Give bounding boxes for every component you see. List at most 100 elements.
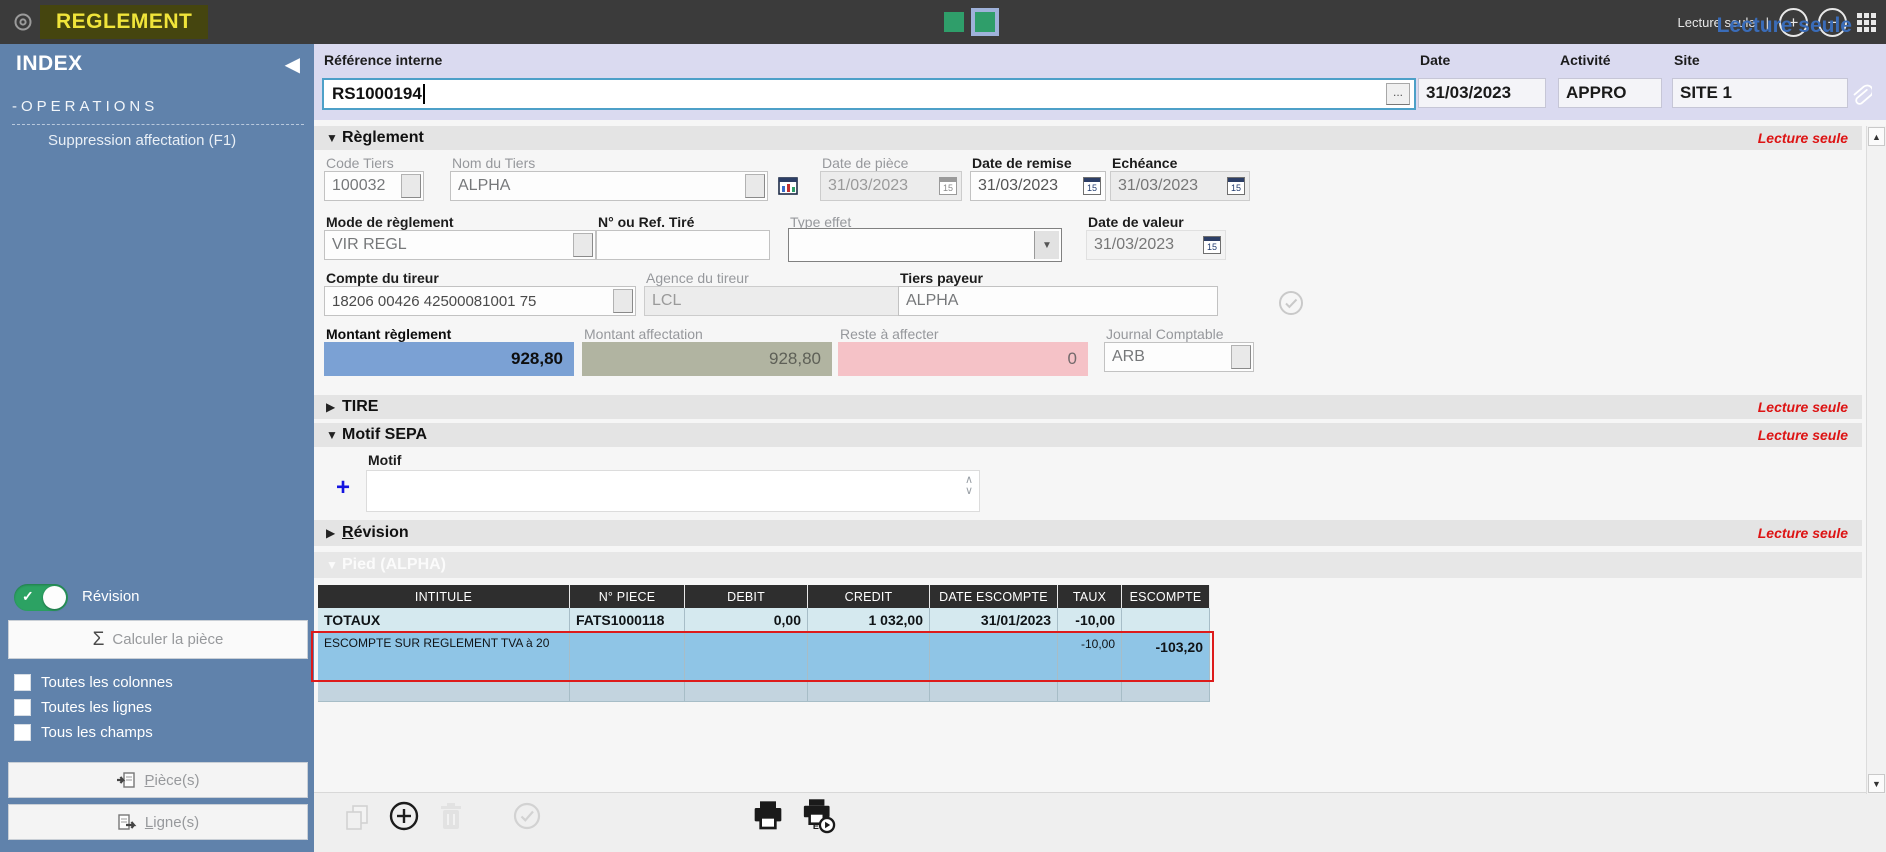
sidebar-item-suppression-affectation[interactable]: Suppression affectation (F1) [48, 132, 236, 149]
calendar-icon[interactable]: 15 [1227, 177, 1245, 195]
cell-debit [685, 681, 808, 702]
table-row-selected-escompte[interactable]: ESCOMPTE SUR REGLEMENT TVA à 20 -10,00 -… [318, 633, 1210, 681]
nom-tiers-value: ALPHA [458, 177, 510, 195]
add-motif-button[interactable]: + [336, 476, 350, 500]
motif-input[interactable]: ∧ ∨ [366, 470, 980, 512]
check-icon: ✓ [22, 588, 34, 605]
print-export-icon[interactable]: E [800, 798, 836, 834]
add-icon[interactable] [388, 800, 420, 832]
spinner-icon[interactable]: ∧ ∨ [965, 475, 973, 497]
table-row-totaux[interactable]: TOTAUX FATS1000118 0,00 1 032,00 31/01/2… [318, 608, 1210, 633]
validate-icon[interactable] [512, 801, 542, 831]
calendar-icon[interactable]: 15 [1083, 177, 1101, 195]
calendar-icon[interactable]: 15 [939, 177, 957, 195]
window-indicator-icon[interactable] [944, 12, 964, 32]
date-valeur-field[interactable]: 31/03/2023 15 [1086, 230, 1226, 260]
sigma-icon: Σ [93, 629, 105, 651]
date-piece-value: 31/03/2023 [828, 177, 908, 195]
checkbox-label: Toutes les lignes [41, 699, 152, 716]
lookup-button[interactable] [1231, 345, 1251, 369]
scroll-down-icon[interactable]: ▼ [1868, 774, 1885, 793]
sidebar-collapse-icon[interactable]: ◀ [285, 52, 300, 77]
section-header-reglement[interactable]: ▼ Règlement Lecture seule [314, 126, 1862, 150]
lookup-button[interactable] [573, 233, 593, 257]
readonly-badge: Lecture seule [1758, 427, 1848, 443]
footer-readonly-label: Lecture seule [1717, 14, 1852, 38]
column-header-debit: DEBIT [685, 585, 808, 608]
calculer-piece-label: Calculer la pièce [112, 631, 223, 648]
delete-icon[interactable] [438, 802, 464, 832]
section-title: TIRE [342, 398, 378, 416]
section-title: Motif SEPA [342, 426, 427, 444]
scroll-up-icon[interactable]: ▲ [1868, 127, 1885, 146]
ref-tire-field[interactable] [596, 230, 770, 260]
activite-field[interactable]: APPRO [1558, 78, 1662, 108]
paperclip-icon[interactable] [1848, 82, 1872, 108]
section-header-tire[interactable]: ▶ TIRE Lecture seule [314, 395, 1862, 419]
code-tiers-field[interactable]: 100032 [324, 171, 424, 201]
section-prefix: - [12, 98, 21, 115]
checkbox-tous-champs[interactable]: Tous les champs [14, 724, 153, 741]
dropdown-arrow-icon[interactable]: ▼ [1034, 231, 1059, 259]
lignes-button[interactable]: Ligne(s) [8, 804, 308, 840]
reference-input[interactable]: RS1000194 ... [322, 78, 1416, 110]
checkbox-toutes-colonnes[interactable]: Toutes les colonnes [14, 674, 173, 691]
column-header-taux: TAUX [1058, 585, 1122, 608]
ligne-document-icon [117, 813, 137, 831]
footer-toolbar [314, 792, 1886, 852]
date-remise-field[interactable]: 31/03/2023 15 [970, 171, 1106, 201]
calendar-icon[interactable]: 15 [1203, 236, 1221, 254]
spin-down-icon[interactable]: ∨ [965, 486, 973, 497]
sidebar: INDEX ◀ -OPERATIONS Suppression affectat… [0, 44, 314, 852]
lookup-button[interactable] [613, 289, 633, 313]
tiers-detail-icon[interactable] [778, 177, 798, 195]
nom-tiers-field[interactable]: ALPHA [450, 171, 768, 201]
reference-browse-button[interactable]: ... [1386, 83, 1410, 105]
journal-comptable-field[interactable]: ARB [1104, 342, 1254, 372]
lookup-button[interactable] [745, 174, 765, 198]
reference-value: RS1000194 [332, 84, 422, 104]
reglement-window: REGLEMENT Lecture seule | + − INDEX ◀ -O… [0, 0, 1886, 852]
checkbox-icon [14, 674, 31, 691]
montant-reglement-field[interactable]: 928,80 [324, 342, 574, 376]
montant-affectation-label: Montant affectation [584, 326, 703, 342]
cell-date-escompte: 31/01/2023 [930, 608, 1058, 633]
readonly-badge: Lecture seule [1758, 399, 1848, 415]
eye-icon[interactable] [12, 12, 34, 32]
date-field[interactable]: 31/03/2023 [1418, 78, 1546, 108]
cell-taux [1058, 681, 1122, 702]
section-header-motif-sepa[interactable]: ▼ Motif SEPA Lecture seule [314, 423, 1862, 447]
cell-intitule [318, 681, 570, 702]
pieces-button[interactable]: Pièce(s) [8, 762, 308, 798]
window-title: REGLEMENT [40, 5, 208, 39]
section-title: Révision [342, 524, 409, 542]
section-header-pied[interactable]: ▼ Pied (ALPHA) [314, 552, 1862, 578]
lookup-button[interactable] [401, 174, 421, 198]
checkbox-toutes-lignes[interactable]: Toutes les lignes [14, 699, 152, 716]
site-label: Site [1674, 52, 1700, 68]
compte-tireur-field[interactable]: 18206 00426 42500081001 75 [324, 286, 636, 316]
calculer-piece-button[interactable]: Σ Calculer la pièce [8, 620, 308, 659]
type-effet-dropdown[interactable]: ▼ [788, 228, 1062, 262]
cell-escompte: -103,20 [1122, 633, 1210, 681]
window-indicator-active-icon[interactable] [971, 8, 999, 36]
print-icon[interactable] [752, 800, 784, 832]
tiers-payeur-field[interactable]: ALPHA [898, 286, 1218, 316]
revision-toggle[interactable]: ✓ [14, 584, 68, 611]
date-valeur-label: Date de valeur [1088, 214, 1184, 230]
motif-label: Motif [368, 452, 401, 468]
cell-credit: 1 032,00 [808, 608, 930, 633]
vertical-scrollbar[interactable]: ▲ ▼ [1866, 126, 1886, 794]
cell-date-escompte [930, 633, 1058, 681]
site-field[interactable]: SITE 1 [1672, 78, 1848, 108]
pied-table: INTITULE N° PIECE DEBIT CREDIT DATE ESCO… [318, 585, 1210, 702]
column-header-date-escompte: DATE ESCOMPTE [930, 585, 1058, 608]
cell-credit [808, 633, 930, 681]
apps-grid-icon[interactable] [1857, 13, 1876, 32]
cell-taux: -10,00 [1058, 633, 1122, 681]
table-row-empty[interactable] [318, 681, 1210, 702]
checkbox-icon [14, 699, 31, 716]
section-header-revision[interactable]: ▶ Révision Lecture seule [314, 520, 1862, 546]
copy-icon[interactable] [344, 804, 370, 832]
mode-reglement-field[interactable]: VIR REGL [324, 230, 596, 260]
